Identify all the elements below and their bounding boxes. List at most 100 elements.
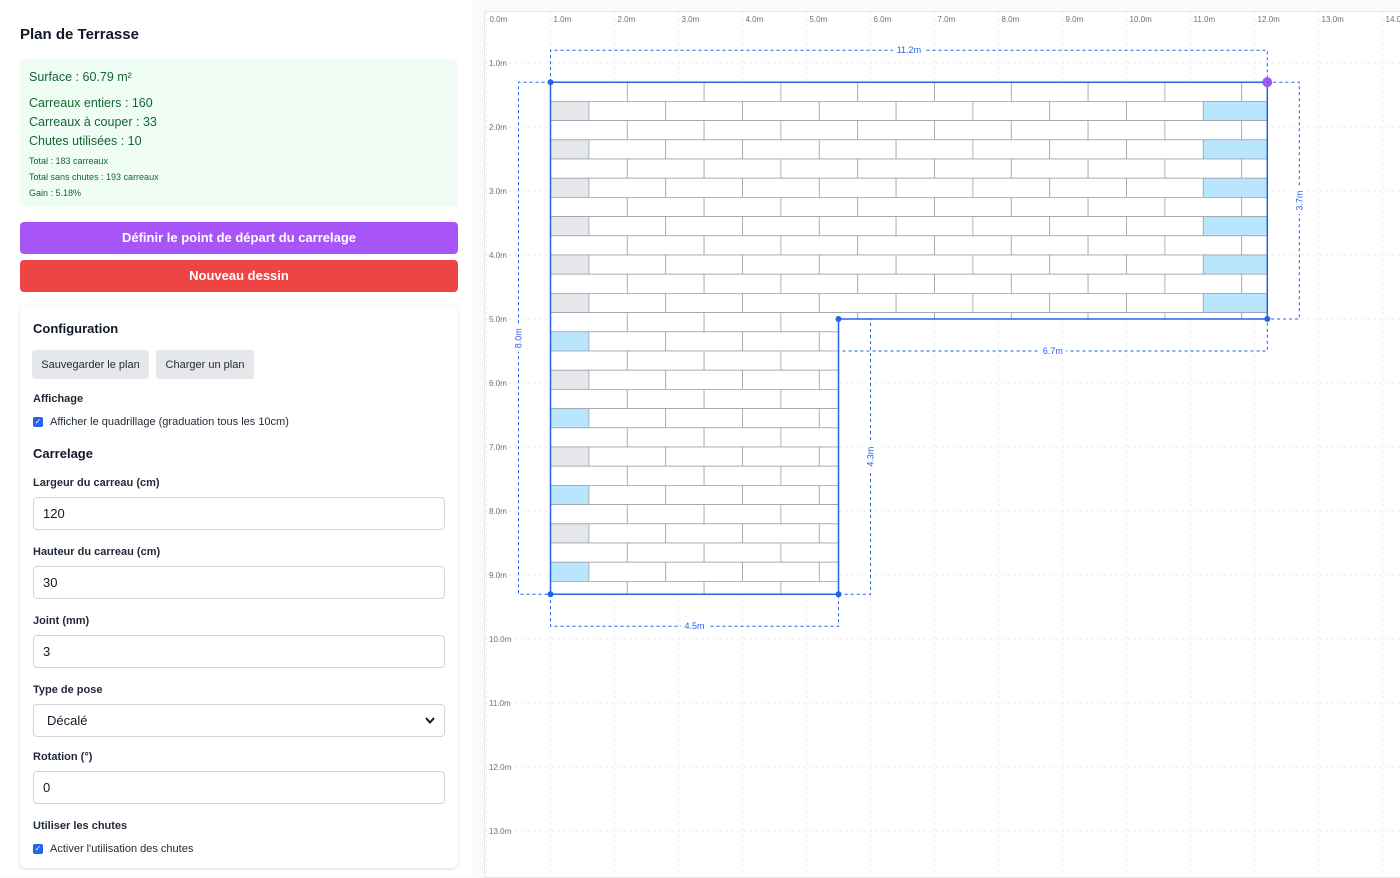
- ruler-x-label: 0.0m: [490, 15, 508, 24]
- tile: [1165, 236, 1242, 255]
- plan-canvas[interactable]: 0.0m1.0m2.0m3.0m4.0m5.0m6.0m7.0m8.0m9.0m…: [484, 11, 1400, 878]
- sidebar: Plan de Terrasse Surface : 60.79 m² Carr…: [0, 0, 472, 876]
- tile: [704, 351, 781, 370]
- stat-gain: Gain : 5.18%: [29, 188, 81, 198]
- tile: [627, 313, 704, 332]
- ruler-x-label: 6.0m: [874, 15, 892, 24]
- tile: [896, 101, 973, 120]
- tile: [1165, 197, 1242, 216]
- tile: [1088, 236, 1165, 255]
- stat-total-without-offcuts: Total sans chutes : 193 carreaux: [29, 172, 159, 182]
- ruler-y-label: 1.0m: [489, 59, 507, 68]
- joint-input[interactable]: 3: [33, 635, 445, 668]
- tile: [743, 178, 820, 197]
- tile: [1050, 293, 1127, 312]
- tile: [973, 140, 1050, 159]
- rotation-input[interactable]: 0: [33, 771, 445, 804]
- tile: [589, 524, 666, 543]
- tile: [858, 121, 935, 140]
- ruler-y-label: 7.0m: [489, 443, 507, 452]
- tile: [781, 236, 858, 255]
- tile: [704, 313, 781, 332]
- tile: [781, 543, 839, 562]
- show-grid-option[interactable]: ✓ Afficher le quadrillage (graduation to…: [33, 416, 289, 428]
- plan-svg[interactable]: 0.0m1.0m2.0m3.0m4.0m5.0m6.0m7.0m8.0m9.0m…: [485, 12, 1400, 877]
- tile: [704, 389, 781, 408]
- tile: [666, 293, 743, 312]
- tile: [1088, 313, 1165, 332]
- tile: [1011, 236, 1088, 255]
- tile: [627, 466, 704, 485]
- tile: [1011, 313, 1088, 332]
- tiles: [551, 82, 1268, 600]
- use-offcuts-checkbox[interactable]: ✓: [33, 844, 43, 854]
- tile: [1011, 197, 1088, 216]
- tile: [858, 236, 935, 255]
- tile: [1088, 159, 1165, 178]
- tile: [627, 505, 704, 524]
- new-drawing-button[interactable]: Nouveau dessin: [20, 260, 458, 292]
- dim-right-label-text: 3.7m: [1294, 191, 1304, 211]
- tile: [666, 524, 743, 543]
- tile: [781, 505, 839, 524]
- stat-tiles-to-cut: Carreaux à couper : 33: [29, 115, 157, 129]
- tile: [781, 389, 839, 408]
- tile: [1165, 82, 1242, 101]
- set-start-point-button[interactable]: Définir le point de départ du carrelage: [20, 222, 458, 254]
- stat-surface: Surface : 60.79 m²: [29, 70, 132, 84]
- tile: [589, 217, 666, 236]
- tile: [1242, 121, 1268, 140]
- tile-offcut: [1203, 217, 1267, 236]
- tile: [1050, 101, 1127, 120]
- use-offcuts-label: Activer l'utilisation des chutes: [50, 843, 193, 855]
- load-plan-button[interactable]: Charger un plan: [156, 350, 254, 379]
- use-offcuts-option[interactable]: ✓ Activer l'utilisation des chutes: [33, 843, 193, 855]
- tile-cut: [551, 140, 589, 159]
- tile-height-input[interactable]: 30: [33, 566, 445, 599]
- tile: [1165, 274, 1242, 293]
- save-plan-button[interactable]: Sauvegarder le plan: [32, 350, 149, 379]
- tile: [819, 332, 838, 351]
- tile: [858, 159, 935, 178]
- tile: [1088, 82, 1165, 101]
- dim-step-v-label-text: 4.3m: [866, 447, 876, 467]
- tile: [743, 409, 820, 428]
- tile-width-input[interactable]: 120: [33, 497, 445, 530]
- tile: [935, 274, 1012, 293]
- tile: [666, 255, 743, 274]
- tile-offcut: [1203, 255, 1267, 274]
- tile: [819, 409, 838, 428]
- tile: [666, 217, 743, 236]
- tile: [551, 274, 628, 293]
- dim-right-label: 3.7m: [1293, 187, 1305, 214]
- tile: [551, 351, 628, 370]
- tile: [1050, 255, 1127, 274]
- show-grid-checkbox[interactable]: ✓: [33, 417, 43, 427]
- tile: [935, 121, 1012, 140]
- tile: [819, 255, 896, 274]
- ruler-x-label: 4.0m: [746, 15, 764, 24]
- offcuts-heading: Utiliser les chutes: [33, 820, 127, 832]
- tile: [666, 101, 743, 120]
- tile: [819, 101, 896, 120]
- tile: [666, 485, 743, 504]
- tile: [1242, 274, 1268, 293]
- tile: [896, 140, 973, 159]
- tile: [781, 428, 839, 447]
- tile: [589, 409, 666, 428]
- tile: [704, 159, 781, 178]
- pattern-select[interactable]: Décalé: [33, 704, 445, 737]
- tile: [589, 178, 666, 197]
- ruler-y-label: 6.0m: [489, 379, 507, 388]
- tile: [666, 409, 743, 428]
- tile: [1165, 313, 1242, 332]
- tile-offcut: [1203, 293, 1267, 312]
- tile: [935, 236, 1012, 255]
- ruler-y-label: 2.0m: [489, 123, 507, 132]
- dim-top-label-text: 11.2m: [897, 45, 921, 55]
- tile-cut: [551, 293, 589, 312]
- tile: [743, 332, 820, 351]
- tile: [666, 562, 743, 581]
- tile: [589, 140, 666, 159]
- tile: [1242, 313, 1268, 332]
